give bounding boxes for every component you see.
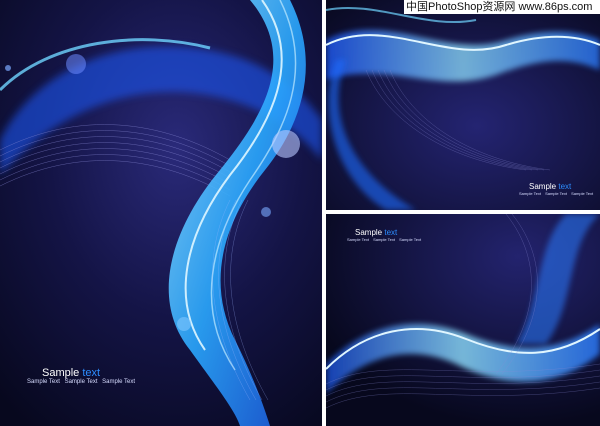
left-subtext: Sample Text Sample Text Sample Text (27, 379, 138, 385)
right-top-banner: Sample text Sample Text Sample Text Samp… (326, 0, 600, 210)
right-top-title-accent: text (558, 182, 572, 191)
left-sub-item: Sample Text (64, 379, 98, 385)
left-title: Sample text (42, 367, 100, 379)
right-bottom-title-main: Sample (355, 228, 383, 237)
right-bottom-title-accent: text (384, 228, 398, 237)
right-bottom-sub-item: Sample Text (399, 237, 422, 242)
right-top-sub-item: Sample Text (519, 191, 541, 196)
left-title-accent: text (82, 367, 101, 379)
left-wave-art (0, 0, 322, 426)
right-top-title-main: Sample (529, 182, 557, 191)
right-bottom-sub-item: Sample Text (373, 237, 395, 242)
right-bottom-title: Sample text (355, 228, 397, 237)
right-bottom-subtext: Sample Text Sample Text Sample Text (347, 237, 424, 242)
left-sub-item: Sample Text (27, 379, 60, 385)
right-bottom-sub-item: Sample Text (347, 237, 369, 242)
right-top-subtext: Sample Text Sample Text Sample Text (519, 191, 596, 196)
right-top-sub-item: Sample Text (545, 191, 567, 196)
right-top-wave-art (326, 0, 600, 210)
left-sub-item: Sample Text (102, 379, 136, 385)
right-top-sub-item: Sample Text (571, 191, 594, 196)
left-poster: Sample text Sample Text Sample Text Samp… (0, 0, 322, 426)
site-watermark: 中国PhotoShop资源网 www.86ps.com (404, 0, 600, 14)
right-bottom-banner: Sample text Sample Text Sample Text Samp… (326, 214, 600, 426)
right-bottom-wave-art (326, 214, 600, 426)
left-title-main: Sample (42, 367, 80, 379)
right-top-title: Sample text (529, 182, 571, 191)
